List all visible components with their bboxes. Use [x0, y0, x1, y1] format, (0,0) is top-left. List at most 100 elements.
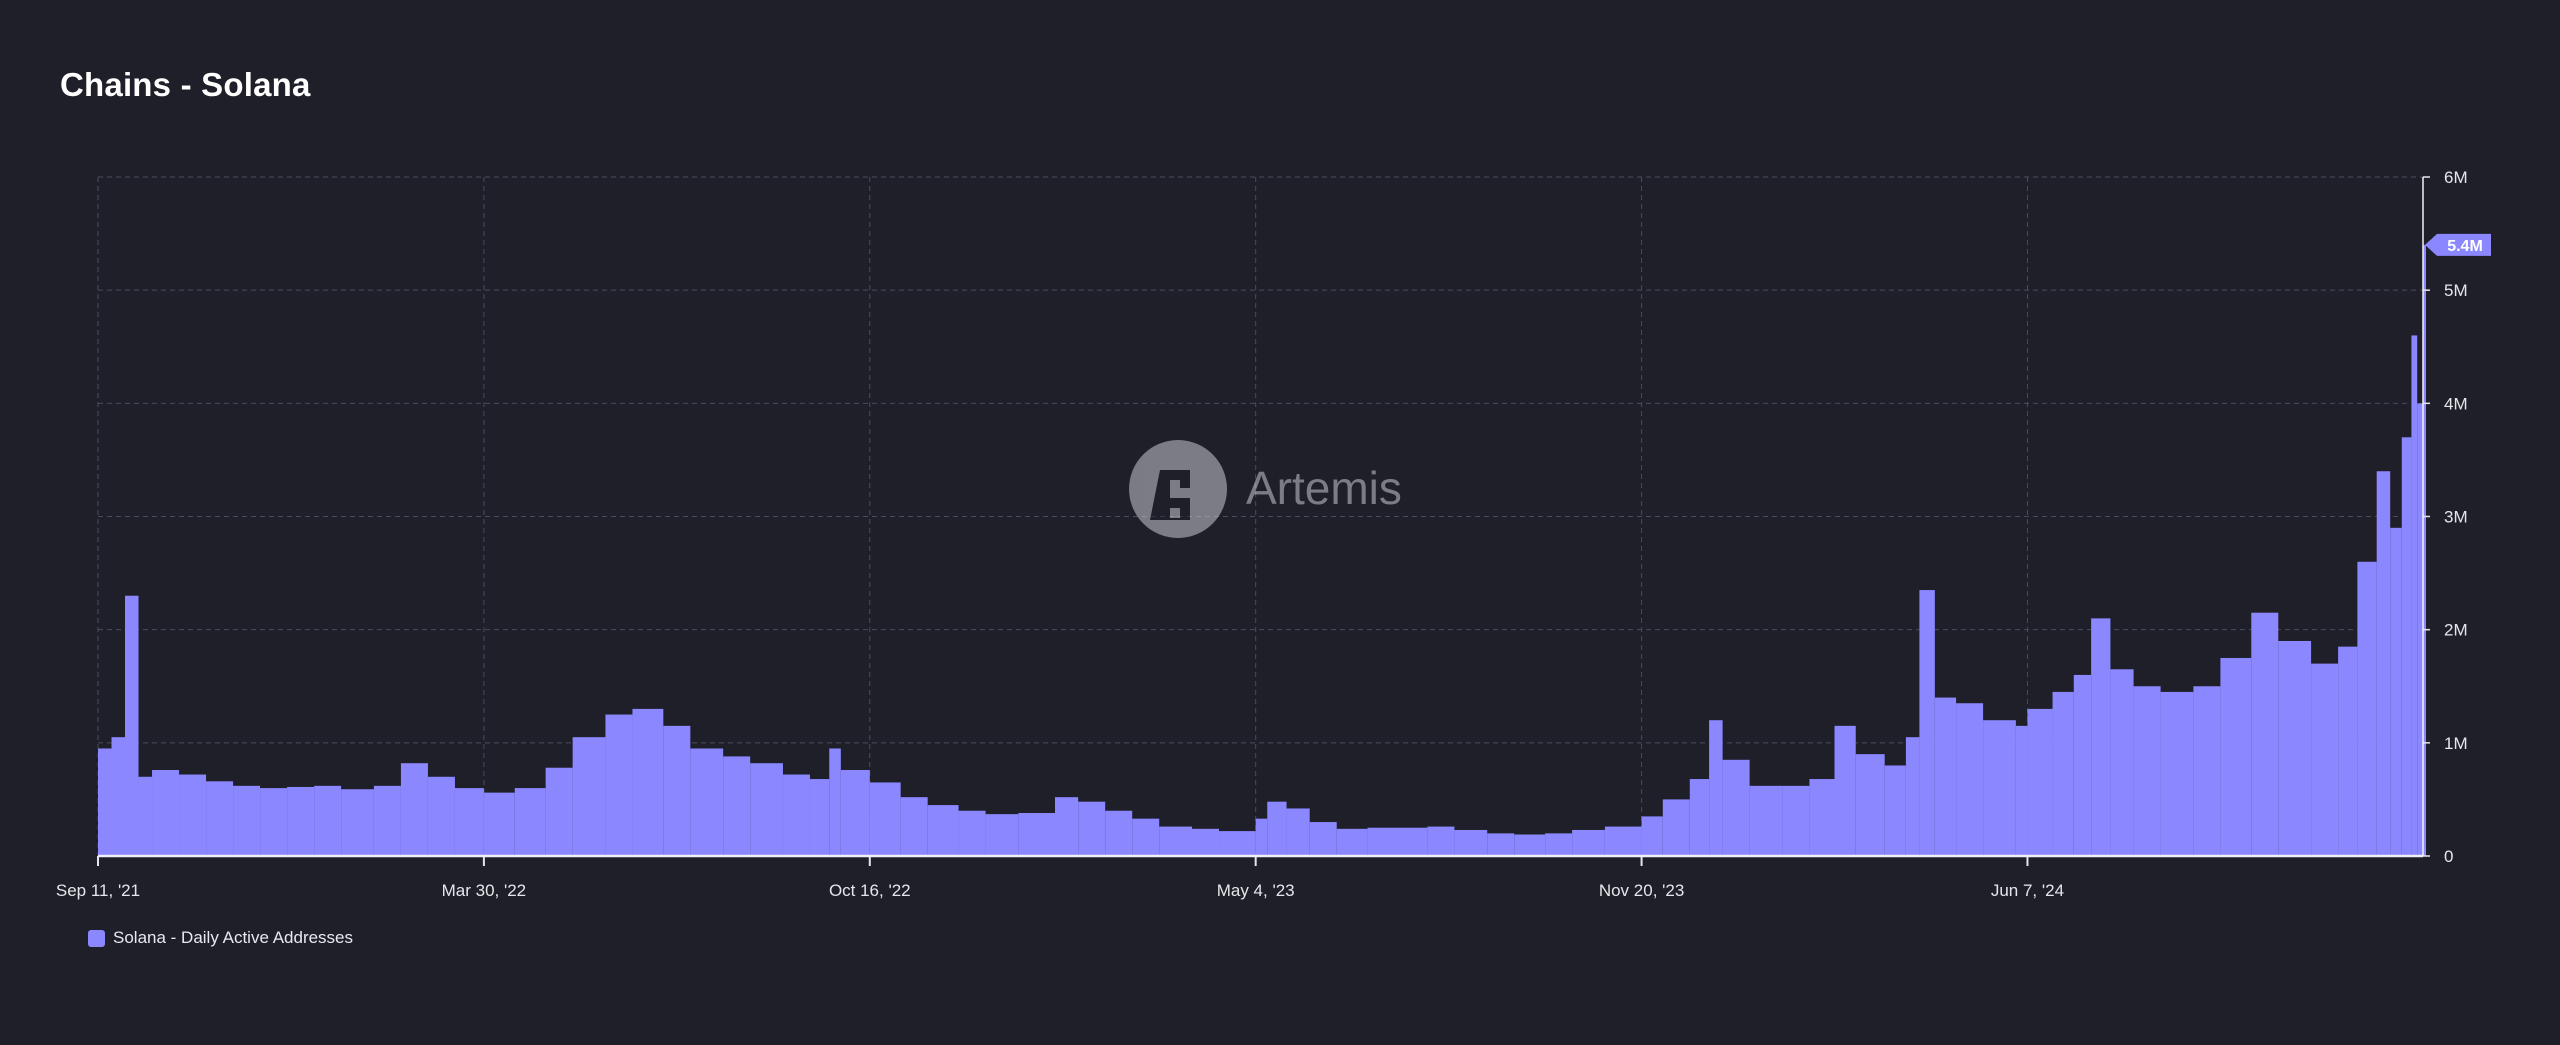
data-bar[interactable]: [2390, 527, 2402, 856]
data-bar[interactable]: [632, 708, 664, 856]
data-bar[interactable]: [809, 779, 830, 856]
data-bar[interactable]: [233, 785, 261, 856]
data-bar[interactable]: [1286, 808, 1310, 856]
data-bar[interactable]: [985, 814, 1019, 856]
data-bar[interactable]: [2052, 691, 2074, 856]
data-bar[interactable]: [152, 769, 180, 856]
data-bar[interactable]: [1192, 828, 1220, 856]
data-bar[interactable]: [1454, 829, 1488, 856]
data-bar[interactable]: [1983, 720, 2016, 856]
data-bar[interactable]: [1722, 759, 1750, 856]
data-bar[interactable]: [958, 810, 986, 856]
artemis-logo-icon: [1129, 440, 1227, 538]
data-bar[interactable]: [1267, 801, 1287, 856]
data-bar[interactable]: [1662, 799, 1690, 856]
data-bar[interactable]: [1905, 737, 1920, 856]
data-bar[interactable]: [2411, 335, 2418, 856]
data-bar[interactable]: [1255, 818, 1268, 856]
data-bar[interactable]: [2417, 403, 2423, 856]
data-bar[interactable]: [2251, 612, 2279, 856]
data-bar[interactable]: [1078, 801, 1106, 856]
data-bar[interactable]: [1309, 822, 1337, 856]
data-bar[interactable]: [1641, 816, 1663, 856]
chart-area[interactable]: Artemis 0 1M 2M 3M 4M 5M 6M Sep 11, '21 Mar 30, …: [0, 0, 2560, 1045]
data-bar[interactable]: [2220, 657, 2252, 856]
y-tick-label: 2M: [2444, 621, 2468, 640]
data-bar[interactable]: [1884, 765, 1906, 856]
data-bar[interactable]: [2193, 686, 2221, 856]
data-bar[interactable]: [2376, 471, 2391, 856]
legend[interactable]: Solana - Daily Active Addresses: [88, 928, 353, 948]
data-bar[interactable]: [2311, 663, 2339, 856]
data-bar[interactable]: [1834, 725, 1856, 856]
data-bar[interactable]: [2110, 669, 2134, 856]
last-value-badge-text: 5.4M: [2447, 238, 2483, 255]
data-bar[interactable]: [1782, 785, 1810, 856]
data-bar[interactable]: [1689, 779, 1710, 856]
data-bar[interactable]: [1427, 826, 1455, 856]
data-bar[interactable]: [514, 788, 546, 856]
data-bar[interactable]: [869, 782, 901, 856]
data-bar[interactable]: [454, 788, 484, 856]
data-bar[interactable]: [1055, 797, 1079, 856]
data-bar[interactable]: [2133, 686, 2161, 856]
watermark: Artemis: [1129, 440, 1402, 538]
data-bar[interactable]: [2091, 618, 2111, 856]
data-bar[interactable]: [1855, 754, 1885, 856]
data-bar[interactable]: [179, 774, 207, 856]
data-bar[interactable]: [1545, 833, 1573, 856]
data-bar[interactable]: [750, 763, 783, 856]
data-bar[interactable]: [2160, 691, 2194, 856]
data-bar[interactable]: [723, 756, 751, 856]
data-bar[interactable]: [840, 769, 870, 856]
data-bar[interactable]: [1956, 703, 1984, 856]
data-bar[interactable]: [138, 776, 153, 856]
data-bar[interactable]: [341, 789, 374, 856]
data-bar[interactable]: [1487, 833, 1515, 856]
data-bar[interactable]: [125, 595, 139, 856]
data-bar[interactable]: [1572, 829, 1605, 856]
data-bar[interactable]: [373, 785, 401, 856]
data-bar[interactable]: [2073, 674, 2092, 856]
data-bar[interactable]: [1367, 827, 1428, 856]
data-bar[interactable]: [111, 737, 126, 856]
data-bar[interactable]: [782, 774, 810, 856]
data-bar[interactable]: [2278, 640, 2312, 856]
data-bar[interactable]: [2357, 561, 2377, 856]
data-bar[interactable]: [663, 725, 691, 856]
data-bar[interactable]: [314, 785, 342, 856]
data-bar[interactable]: [1514, 834, 1546, 856]
data-bar[interactable]: [1105, 810, 1133, 856]
data-bar[interactable]: [1709, 720, 1723, 856]
data-bar[interactable]: [1809, 779, 1835, 856]
data-bar[interactable]: [605, 714, 633, 856]
data-bar[interactable]: [1132, 818, 1160, 856]
data-bar[interactable]: [1934, 697, 1957, 856]
data-bar[interactable]: [1749, 785, 1783, 856]
data-bar[interactable]: [287, 786, 315, 856]
data-bar[interactable]: [98, 748, 112, 856]
data-bar[interactable]: [483, 792, 515, 856]
data-bar[interactable]: [1336, 828, 1368, 856]
data-bar[interactable]: [572, 737, 606, 856]
data-bar[interactable]: [400, 763, 428, 856]
data-bar[interactable]: [2401, 437, 2412, 856]
data-bar[interactable]: [690, 748, 724, 856]
data-bar[interactable]: [1604, 826, 1642, 856]
data-bar[interactable]: [1219, 831, 1256, 856]
data-bar[interactable]: [545, 767, 573, 856]
data-bar[interactable]: [927, 805, 959, 856]
data-bar[interactable]: [829, 748, 841, 856]
data-bar[interactable]: [1018, 812, 1056, 856]
x-tick-label: Nov 20, '23: [1599, 881, 1684, 900]
data-bar[interactable]: [900, 797, 928, 856]
data-bar[interactable]: [1159, 826, 1193, 856]
data-bar[interactable]: [2027, 708, 2053, 856]
data-bar[interactable]: [1919, 590, 1935, 856]
data-bar[interactable]: [2015, 725, 2028, 856]
y-tick-label: 3M: [2444, 508, 2468, 527]
data-bar[interactable]: [260, 788, 288, 856]
data-bar[interactable]: [206, 781, 234, 856]
data-bar[interactable]: [427, 776, 455, 856]
data-bar[interactable]: [2338, 646, 2358, 856]
